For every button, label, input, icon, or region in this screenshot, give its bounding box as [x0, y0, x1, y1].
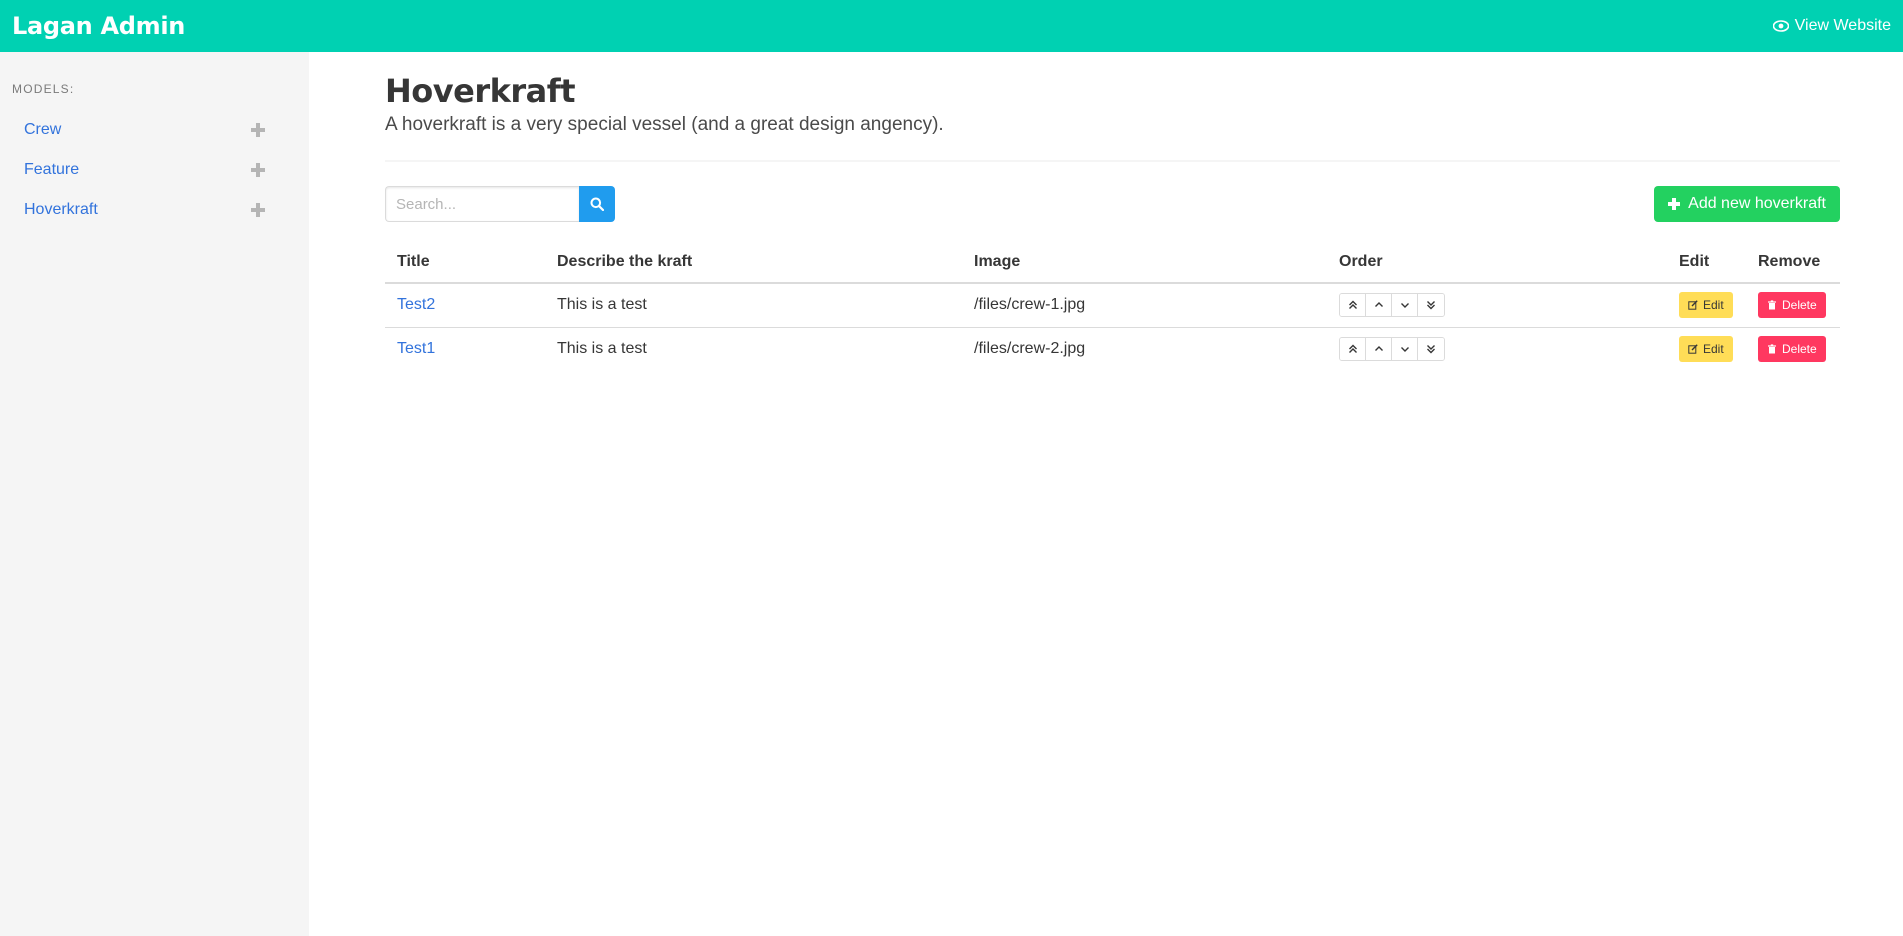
chevron-up-icon — [1374, 302, 1383, 308]
cell-description: This is a test — [557, 340, 647, 358]
cell-description: This is a test — [545, 283, 962, 328]
move-to-top-button[interactable] — [1340, 338, 1366, 361]
search-group — [385, 186, 615, 222]
column-header-description: Describe the kraft — [545, 242, 962, 284]
move-up-button[interactable] — [1366, 294, 1392, 317]
order-controls — [1339, 337, 1445, 362]
double-chevron-down-icon — [1427, 345, 1435, 354]
column-header-order: Order — [1327, 242, 1667, 284]
move-to-bottom-button[interactable] — [1418, 294, 1444, 317]
delete-button[interactable]: Delete — [1758, 292, 1826, 319]
search-icon — [590, 197, 604, 211]
sidebar-menu-label: MODELS: — [12, 82, 75, 96]
hoverkraft-table: Title Describe the kraft Image Order Edi… — [385, 242, 1840, 371]
double-chevron-down-icon — [1427, 301, 1435, 310]
sidebar-item-feature: Feature — [12, 150, 297, 190]
search-input[interactable] — [385, 186, 579, 222]
view-website-link[interactable]: View Website — [1772, 17, 1891, 35]
search-button[interactable] — [579, 186, 615, 222]
trash-icon — [1768, 344, 1776, 354]
edit-icon — [1688, 300, 1698, 310]
move-up-button[interactable] — [1366, 338, 1392, 361]
sidebar: MODELS: Crew Feature Hoverkraft — [0, 52, 309, 936]
cell-remove: Delete — [1746, 327, 1840, 371]
cell-image: /files/crew-1.jpg — [962, 283, 1327, 328]
table-row: Test2 This is a test /files/crew-1.jpg E… — [385, 283, 1840, 328]
cell-remove: Delete — [1746, 283, 1840, 328]
add-feature-plus-icon[interactable] — [251, 163, 265, 177]
column-header-remove: Remove — [1746, 242, 1840, 284]
move-to-top-button[interactable] — [1340, 294, 1366, 317]
brand-logo-link[interactable]: Lagan Admin — [12, 12, 185, 40]
move-to-bottom-button[interactable] — [1418, 338, 1444, 361]
chevron-down-icon — [1400, 347, 1409, 353]
double-chevron-up-icon — [1348, 344, 1357, 354]
cell-edit: Edit — [1667, 327, 1746, 371]
cell-title: Test2 — [385, 283, 545, 328]
sidebar-link-feature[interactable]: Feature — [24, 161, 79, 179]
edit-button[interactable]: Edit — [1679, 336, 1733, 363]
move-down-button[interactable] — [1392, 294, 1418, 317]
delete-button[interactable]: Delete — [1758, 336, 1826, 363]
page-title: Hoverkraft — [385, 72, 575, 110]
sidebar-link-hoverkraft[interactable]: Hoverkraft — [24, 201, 98, 219]
sidebar-link-crew[interactable]: Crew — [24, 121, 61, 139]
cell-order — [1327, 283, 1667, 328]
add-new-hoverkraft-button[interactable]: Add new hoverkraft — [1654, 186, 1840, 222]
delete-label: Delete — [1782, 298, 1817, 313]
add-crew-plus-icon[interactable] — [251, 123, 265, 137]
table-header-row: Title Describe the kraft Image Order Edi… — [385, 242, 1840, 284]
divider — [385, 160, 1840, 162]
plus-icon — [1668, 198, 1681, 210]
toolbar: Add new hoverkraft — [385, 186, 1840, 222]
cell-title: Test1 — [385, 327, 545, 371]
trash-icon — [1768, 300, 1776, 310]
add-new-hoverkraft-label: Add new hoverkraft — [1688, 195, 1826, 212]
cell-order — [1327, 327, 1667, 371]
table-row: Test1 This is a test /files/crew-2.jpg E… — [385, 327, 1840, 371]
cell-edit: Edit — [1667, 283, 1746, 328]
edit-button[interactable]: Edit — [1679, 292, 1733, 319]
cell-image: /files/crew-2.jpg — [974, 340, 1086, 358]
column-header-title: Title — [385, 242, 545, 284]
top-navbar: Lagan Admin View Website — [0, 0, 1903, 52]
sidebar-item-hoverkraft: Hoverkraft — [12, 190, 297, 230]
move-down-button[interactable] — [1392, 338, 1418, 361]
chevron-down-icon — [1400, 303, 1409, 309]
eye-icon — [1772, 20, 1789, 32]
page-subtitle: A hoverkraft is a very special vessel (a… — [385, 114, 944, 135]
add-hoverkraft-plus-icon[interactable] — [251, 203, 265, 217]
delete-label: Delete — [1782, 342, 1817, 357]
edit-label: Edit — [1703, 342, 1724, 357]
chevron-up-icon — [1374, 346, 1383, 352]
main-content: Hoverkraft A hoverkraft is a very specia… — [385, 52, 1840, 371]
order-controls — [1339, 293, 1445, 318]
row-title-link[interactable]: Test2 — [397, 296, 435, 313]
double-chevron-up-icon — [1348, 300, 1357, 310]
column-header-image: Image — [962, 242, 1327, 284]
column-header-edit: Edit — [1667, 242, 1746, 284]
edit-icon — [1688, 344, 1698, 354]
view-website-label: View Website — [1794, 17, 1891, 34]
sidebar-item-crew: Crew — [12, 110, 297, 150]
edit-label: Edit — [1703, 298, 1724, 313]
row-title-link[interactable]: Test1 — [397, 340, 435, 357]
